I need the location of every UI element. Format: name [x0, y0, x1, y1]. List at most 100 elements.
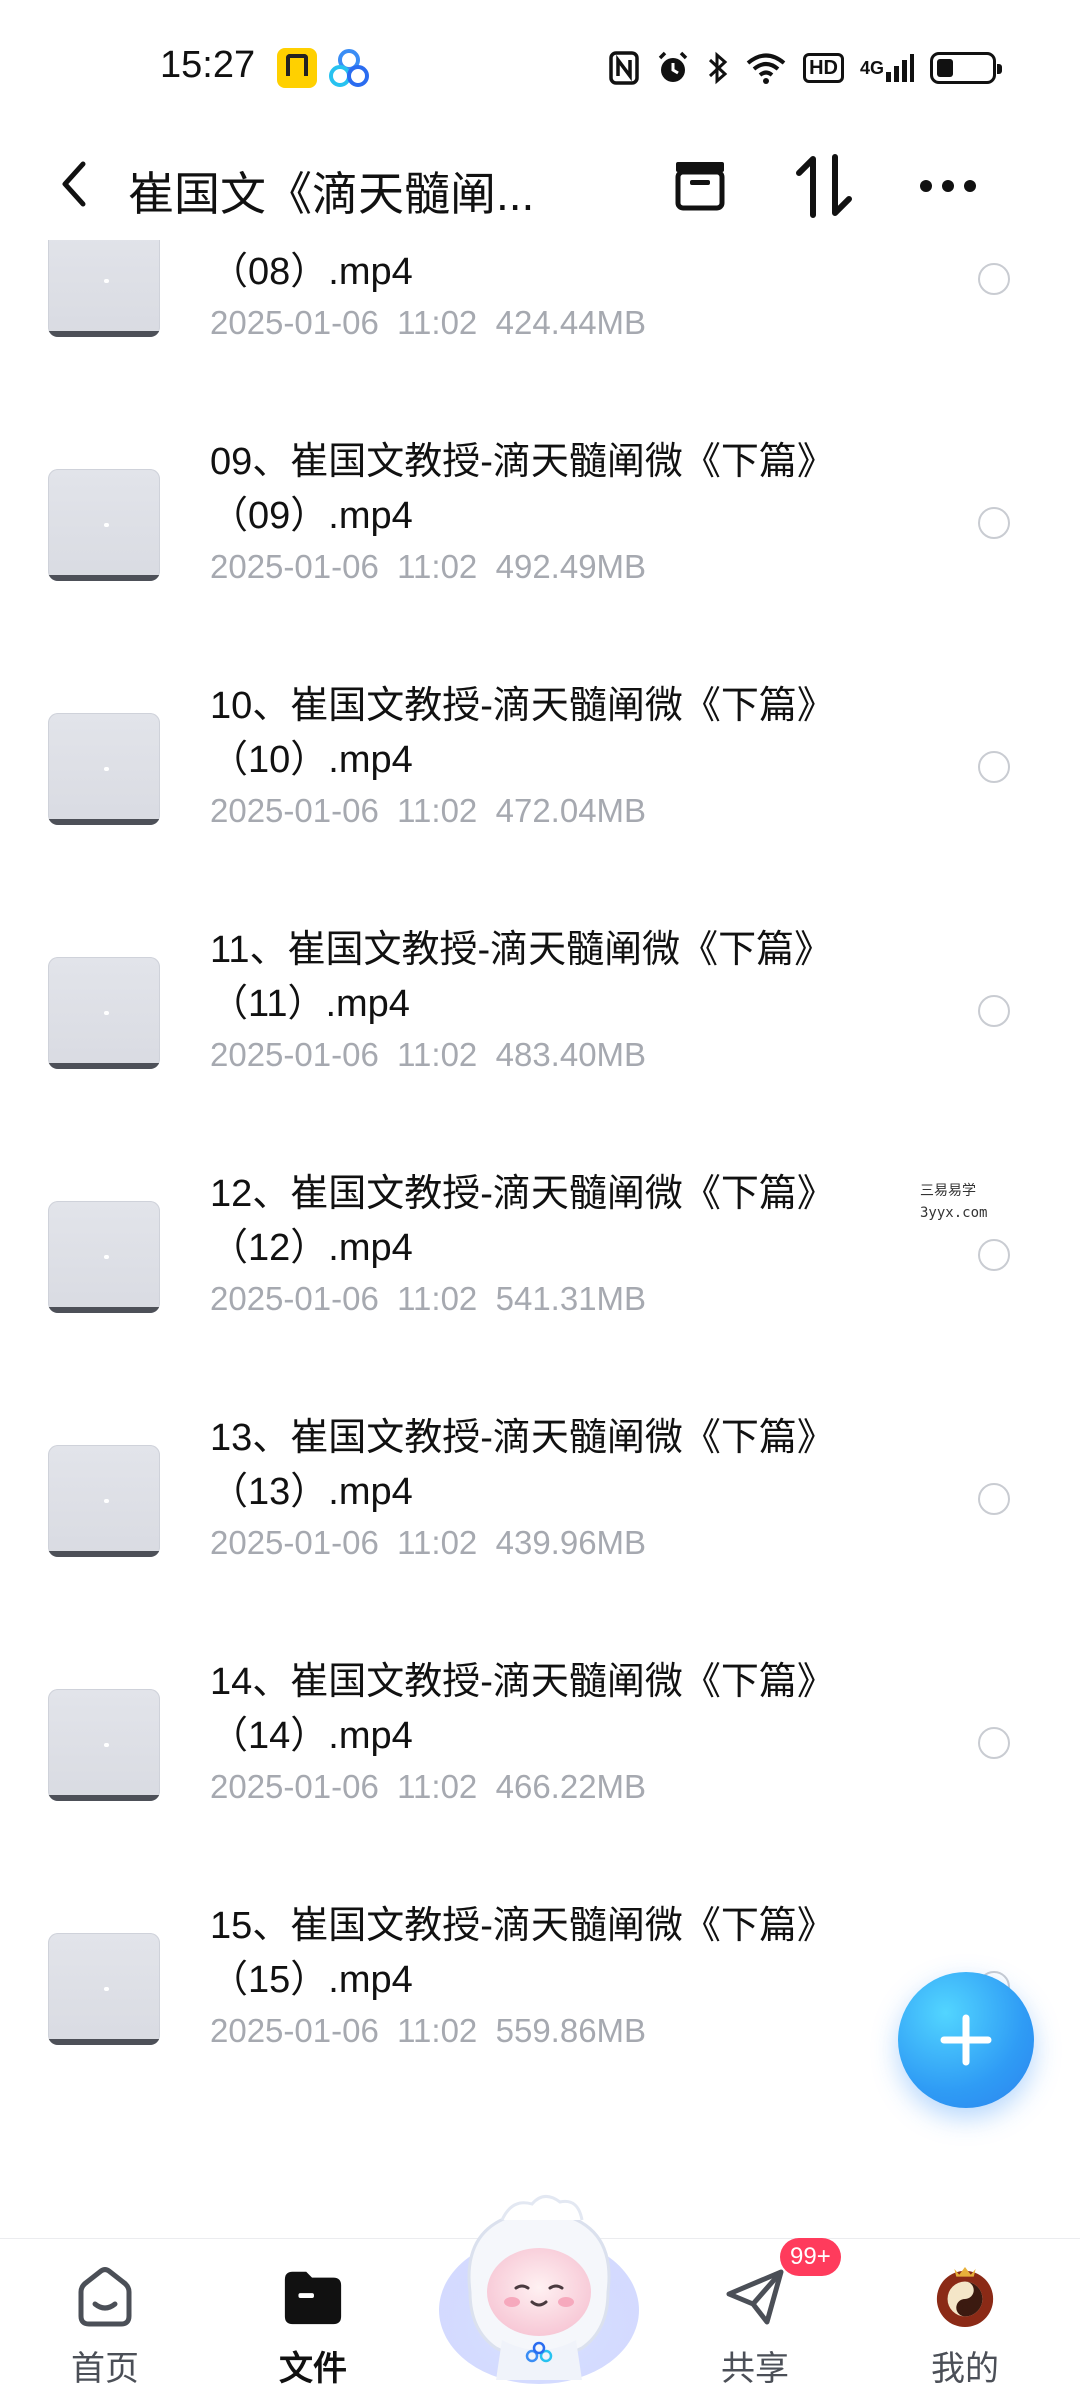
video-thumbnail [48, 713, 160, 825]
watermark: 三易易学 3yyx.com [920, 1180, 987, 1224]
file-size: 559.86MB [495, 2012, 647, 2049]
more-button[interactable] [912, 150, 984, 222]
file-row[interactable]: 13、崔国文教授-滴天髓阐微《下篇》（13）.mp4 2025-01-06 11:… [0, 1379, 1080, 1623]
file-name: 11、崔国文教授-滴天髓阐微《下篇》（11）.mp4 [210, 929, 833, 1025]
file-name: 10、崔国文教授-滴天髓阐微《下篇》（10）.mp4 [210, 685, 835, 781]
select-checkbox[interactable] [978, 995, 1010, 1027]
select-checkbox[interactable] [978, 1239, 1010, 1271]
video-thumbnail [48, 1933, 160, 2045]
file-meta: 2025-01-06 11:02 559.86MB [210, 2012, 646, 2050]
video-thumbnail [48, 957, 160, 1069]
select-checkbox[interactable] [978, 263, 1010, 295]
file-list[interactable]: 08、崔国文教授-滴天髓阐微《下篇》（08）.mp4 2025-01-06 11:… [0, 240, 1080, 2230]
alarm-icon [655, 48, 691, 88]
file-size: 483.40MB [495, 1036, 647, 1073]
file-meta: 2025-01-06 11:02 424.44MB [210, 304, 646, 342]
file-size: 424.44MB [495, 304, 647, 341]
video-thumbnail [48, 469, 160, 581]
file-date: 2025-01-06 11:02 [210, 548, 478, 585]
watermark-line2: 3yyx.com [920, 1205, 988, 1221]
nav-me-label: 我的 [931, 2350, 999, 2388]
select-checkbox[interactable] [978, 507, 1010, 539]
hd-label: HD [803, 53, 844, 83]
file-date: 2025-01-06 11:02 [210, 1036, 478, 1073]
file-name: 13、崔国文教授-滴天髓阐微《下篇》（13）.mp4 [210, 1417, 835, 1513]
file-size: 472.04MB [495, 792, 647, 829]
more-icon [920, 180, 976, 192]
file-size: 492.49MB [495, 548, 647, 585]
nav-share-label: 共享 [721, 2350, 789, 2388]
file-name: 12、崔国文教授-滴天髓阐微《下篇》（12）.mp4 [210, 1173, 835, 1269]
nav-home-label: 首页 [71, 2350, 139, 2388]
signal-icon: 4G [860, 48, 914, 88]
file-meta: 2025-01-06 11:02 466.22MB [210, 1768, 646, 1806]
nav-me[interactable]: 我的 [900, 2265, 1030, 2395]
avatar-icon [933, 2265, 997, 2329]
file-meta: 2025-01-06 11:02 483.40MB [210, 1036, 646, 1074]
app-screen: 15:27 HD 4G 崔国文《滴天髓阐... （08）.mp4 2025-01… [0, 0, 1080, 2400]
file-date: 2025-01-06 11:02 [210, 1524, 478, 1561]
nav-home[interactable]: 首页 [40, 2265, 170, 2395]
cloud-app-icon [328, 48, 370, 90]
file-row[interactable]: 08、崔国文教授-滴天髓阐微《下篇》（08）.mp4 2025-01-06 11:… [0, 240, 1080, 403]
wifi-icon [745, 48, 787, 88]
folder-icon [281, 2265, 345, 2329]
home-icon [73, 2265, 137, 2329]
file-row[interactable]: 09、崔国文教授-滴天髓阐微《下篇》（09）.mp4 2025-01-06 11:… [0, 403, 1080, 647]
back-button[interactable] [44, 152, 104, 216]
plus-icon [940, 2014, 992, 2066]
select-checkbox[interactable] [978, 751, 1010, 783]
file-row[interactable]: 14、崔国文教授-滴天髓阐微《下篇》（14）.mp4 2025-01-06 11:… [0, 1623, 1080, 1867]
title-bar: 崔国文《滴天髓阐... [0, 130, 1080, 240]
paper-plane-icon [723, 2265, 787, 2329]
file-date: 2025-01-06 11:02 [210, 792, 478, 829]
file-size: 541.31MB [495, 1280, 647, 1317]
file-row[interactable]: 11、崔国文教授-滴天髓阐微《下篇》（11）.mp4 2025-01-06 11:… [0, 891, 1080, 1135]
file-date: 2025-01-06 11:02 [210, 2012, 478, 2049]
battery-icon [930, 52, 1002, 84]
file-date: 2025-01-06 11:02 [210, 1280, 478, 1317]
nav-files-label: 文件 [279, 2350, 347, 2388]
file-size: 466.22MB [495, 1768, 647, 1805]
network-type: 4G [859, 58, 884, 78]
notes-app-icon [277, 48, 317, 88]
archive-button[interactable] [664, 150, 736, 222]
nav-share[interactable]: 共享 [690, 2265, 820, 2395]
archive-icon [675, 162, 725, 211]
video-thumbnail [48, 240, 160, 337]
video-thumbnail [48, 1689, 160, 1801]
page-title: 崔国文《滴天髓阐... [128, 168, 535, 220]
file-meta: 2025-01-06 11:02 492.49MB [210, 548, 646, 586]
nav-files[interactable]: 文件 [248, 2265, 378, 2395]
sort-button[interactable] [788, 150, 860, 222]
file-meta: 2025-01-06 11:02 472.04MB [210, 792, 646, 830]
bluetooth-icon [707, 48, 729, 88]
mascot-icon [439, 2195, 639, 2384]
add-button[interactable] [898, 1972, 1034, 2108]
file-name: 14、崔国文教授-滴天髓阐微《下篇》（14）.mp4 [210, 1661, 835, 1757]
watermark-line1: 三易易学 [920, 1183, 976, 1199]
video-thumbnail [48, 1445, 160, 1557]
battery-fill [937, 59, 953, 77]
select-checkbox[interactable] [978, 1727, 1010, 1759]
file-meta: 2025-01-06 11:02 439.96MB [210, 1524, 646, 1562]
file-name: 15、崔国文教授-滴天髓阐微《下篇》（15）.mp4 [210, 1905, 835, 2001]
status-icons: HD 4G [609, 46, 1002, 90]
file-row[interactable]: 12、崔国文教授-滴天髓阐微《下篇》（12）.mp4 2025-01-06 11:… [0, 1135, 1080, 1379]
file-date: 2025-01-06 11:02 [210, 1768, 478, 1805]
nfc-icon [609, 48, 639, 88]
file-name: 08、崔国文教授-滴天髓阐微《下篇》（08）.mp4 [210, 251, 413, 293]
file-name: 09、崔国文教授-滴天髓阐微《下篇》（09）.mp4 [210, 441, 835, 537]
file-date: 2025-01-06 11:02 [210, 304, 478, 341]
share-badge: 99+ [780, 2238, 841, 2276]
status-time: 15:27 [160, 44, 256, 86]
status-bar: 15:27 HD 4G [0, 0, 1080, 130]
mascot-button[interactable] [432, 2180, 646, 2390]
file-meta: 2025-01-06 11:02 541.31MB [210, 1280, 646, 1318]
select-checkbox[interactable] [978, 1483, 1010, 1515]
chevron-left-icon [62, 161, 86, 207]
file-size: 439.96MB [495, 1524, 647, 1561]
sort-icon [796, 154, 852, 218]
video-thumbnail [48, 1201, 160, 1313]
file-row[interactable]: 10、崔国文教授-滴天髓阐微《下篇》（10）.mp4 2025-01-06 11:… [0, 647, 1080, 891]
